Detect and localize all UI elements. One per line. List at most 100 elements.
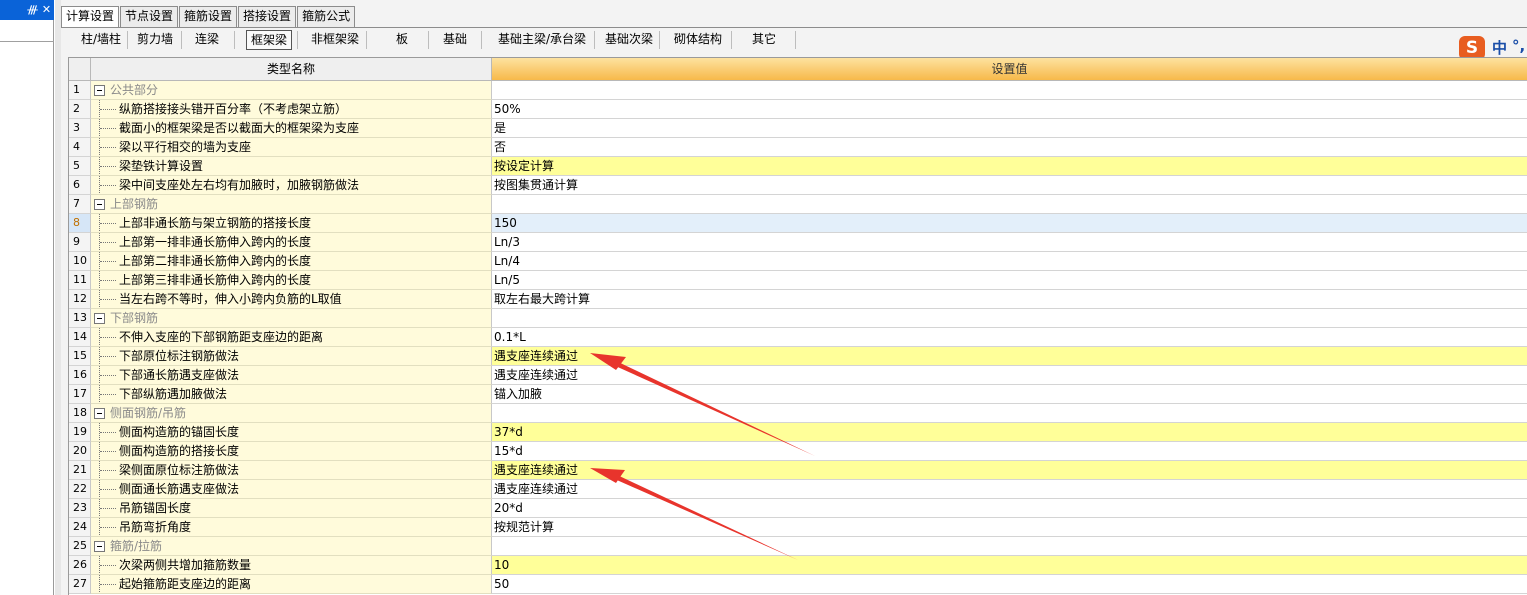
row-number[interactable]: 20 — [69, 442, 91, 461]
setting-value-cell[interactable]: 否 — [492, 138, 1527, 157]
table-row[interactable]: 3 截面小的框架梁是否以截面大的框架梁为支座 是 — [69, 119, 1527, 138]
row-number[interactable]: 23 — [69, 499, 91, 518]
row-number[interactable]: 22 — [69, 480, 91, 499]
setting-name-cell[interactable]: 侧面通长筋遇支座做法 — [91, 480, 492, 499]
pin-icon[interactable]: ᚍ — [26, 2, 39, 17]
setting-value-cell[interactable] — [492, 537, 1527, 556]
tab-4[interactable]: 箍筋公式 — [297, 6, 356, 27]
setting-name-cell[interactable]: 上部非通长筋与架立钢筋的搭接长度 — [91, 214, 492, 233]
table-row[interactable]: 25 箍筋/拉筋 — [69, 537, 1527, 556]
header-type-name[interactable]: 类型名称 — [91, 58, 492, 81]
setting-value-cell[interactable]: 遇支座连续通过 — [492, 480, 1527, 499]
setting-value-cell[interactable]: 按设定计算 — [492, 157, 1527, 176]
table-row[interactable]: 17 下部纵筋遇加腋做法 锚入加腋 — [69, 385, 1527, 404]
collapse-icon[interactable] — [94, 85, 105, 96]
row-number[interactable]: 16 — [69, 366, 91, 385]
table-row[interactable]: 19 侧面构造筋的锚固长度 37*d — [69, 423, 1527, 442]
table-row[interactable]: 23 吊筋锚固长度 20*d — [69, 499, 1527, 518]
setting-value-cell[interactable]: 50% — [492, 100, 1527, 119]
row-number[interactable]: 24 — [69, 518, 91, 537]
setting-name-cell[interactable]: 下部通长筋遇支座做法 — [91, 366, 492, 385]
setting-value-cell[interactable]: 按图集贯通计算 — [492, 176, 1527, 195]
setting-value-cell[interactable]: Ln/5 — [492, 271, 1527, 290]
setting-name-cell[interactable]: 当左右跨不等时，伸入小跨内负筋的L取值 — [91, 290, 492, 309]
setting-name-cell[interactable]: 梁侧面原位标注筋做法 — [91, 461, 492, 480]
row-number[interactable]: 25 — [69, 537, 91, 556]
table-row[interactable]: 18 侧面钢筋/吊筋 — [69, 404, 1527, 423]
row-number[interactable]: 9 — [69, 233, 91, 252]
setting-name-cell[interactable]: 起始箍筋距支座边的距离 — [91, 575, 492, 594]
setting-name-cell[interactable]: 侧面构造筋的搭接长度 — [91, 442, 492, 461]
category-cell[interactable]: 下部钢筋 — [91, 309, 492, 328]
row-number[interactable]: 13 — [69, 309, 91, 328]
table-row[interactable]: 14 不伸入支座的下部钢筋距支座边的距离 0.1*L — [69, 328, 1527, 347]
table-row[interactable]: 16 下部通长筋遇支座做法 遇支座连续通过 — [69, 366, 1527, 385]
collapse-icon[interactable] — [94, 199, 105, 210]
setting-name-cell[interactable]: 截面小的框架梁是否以截面大的框架梁为支座 — [91, 119, 492, 138]
table-row[interactable]: 12 当左右跨不等时，伸入小跨内负筋的L取值 取左右最大跨计算 — [69, 290, 1527, 309]
setting-value-cell[interactable]: 锚入加腋 — [492, 385, 1527, 404]
table-row[interactable]: 6 梁中间支座处左右均有加腋时，加腋钢筋做法 按图集贯通计算 — [69, 176, 1527, 195]
table-row[interactable]: 9 上部第一排非通长筋伸入跨内的长度 Ln/3 — [69, 233, 1527, 252]
row-number[interactable]: 21 — [69, 461, 91, 480]
setting-value-cell[interactable] — [492, 81, 1527, 100]
setting-value-cell[interactable]: 0.1*L — [492, 328, 1527, 347]
component-tab-7[interactable]: 基础主梁/承台梁 — [488, 30, 596, 50]
header-setting-value[interactable]: 设置值 — [492, 58, 1527, 81]
category-cell[interactable]: 上部钢筋 — [91, 195, 492, 214]
row-number[interactable]: 12 — [69, 290, 91, 309]
component-tab-9[interactable]: 砌体结构 — [666, 30, 730, 50]
setting-name-cell[interactable]: 上部第二排非通长筋伸入跨内的长度 — [91, 252, 492, 271]
setting-value-cell[interactable]: 按规范计算 — [492, 518, 1527, 537]
setting-value-cell[interactable] — [492, 404, 1527, 423]
component-tab-3[interactable]: 框架梁 — [246, 30, 292, 50]
category-cell[interactable]: 箍筋/拉筋 — [91, 537, 492, 556]
setting-value-cell[interactable]: 10 — [492, 556, 1527, 575]
setting-value-cell[interactable]: 遇支座连续通过 — [492, 461, 1527, 480]
row-number[interactable]: 8 — [69, 214, 91, 233]
component-tab-1[interactable]: 剪力墙 — [131, 30, 179, 50]
setting-name-cell[interactable]: 吊筋弯折角度 — [91, 518, 492, 537]
setting-name-cell[interactable]: 梁垫铁计算设置 — [91, 157, 492, 176]
table-row[interactable]: 26 次梁两侧共增加箍筋数量 10 — [69, 556, 1527, 575]
setting-name-cell[interactable]: 不伸入支座的下部钢筋距支座边的距离 — [91, 328, 492, 347]
setting-value-cell[interactable]: Ln/4 — [492, 252, 1527, 271]
setting-name-cell[interactable]: 上部第一排非通长筋伸入跨内的长度 — [91, 233, 492, 252]
table-row[interactable]: 15 下部原位标注钢筋做法 遇支座连续通过 — [69, 347, 1527, 366]
tab-1[interactable]: 节点设置 — [120, 6, 179, 27]
row-number[interactable]: 1 — [69, 81, 91, 100]
setting-name-cell[interactable]: 下部纵筋遇加腋做法 — [91, 385, 492, 404]
setting-value-cell[interactable]: 150 — [492, 214, 1527, 233]
ime-language-toggle[interactable]: 中 — [1492, 38, 1507, 58]
table-row[interactable]: 22 侧面通长筋遇支座做法 遇支座连续通过 — [69, 480, 1527, 499]
setting-value-cell[interactable]: 遇支座连续通过 — [492, 347, 1527, 366]
collapse-icon[interactable] — [94, 541, 105, 552]
tab-0[interactable]: 计算设置 — [61, 6, 120, 28]
row-number[interactable]: 3 — [69, 119, 91, 138]
table-row[interactable]: 1 公共部分 — [69, 81, 1527, 100]
setting-name-cell[interactable]: 下部原位标注钢筋做法 — [91, 347, 492, 366]
setting-value-cell[interactable]: Ln/3 — [492, 233, 1527, 252]
setting-name-cell[interactable]: 梁以平行相交的墙为支座 — [91, 138, 492, 157]
row-number[interactable]: 2 — [69, 100, 91, 119]
table-row[interactable]: 5 梁垫铁计算设置 按设定计算 — [69, 157, 1527, 176]
row-number[interactable]: 17 — [69, 385, 91, 404]
table-row[interactable]: 13 下部钢筋 — [69, 309, 1527, 328]
table-row[interactable]: 24 吊筋弯折角度 按规范计算 — [69, 518, 1527, 537]
row-number[interactable]: 18 — [69, 404, 91, 423]
component-tab-5[interactable]: 板 — [381, 30, 423, 50]
category-cell[interactable]: 公共部分 — [91, 81, 492, 100]
setting-value-cell[interactable]: 15*d — [492, 442, 1527, 461]
setting-value-cell[interactable]: 取左右最大跨计算 — [492, 290, 1527, 309]
row-number[interactable]: 15 — [69, 347, 91, 366]
table-row[interactable]: 2 纵筋搭接接头错开百分率（不考虑架立筋） 50% — [69, 100, 1527, 119]
component-tab-0[interactable]: 柱/墙柱 — [69, 30, 133, 50]
collapse-icon[interactable] — [94, 313, 105, 324]
row-number[interactable]: 14 — [69, 328, 91, 347]
table-row[interactable]: 4 梁以平行相交的墙为支座 否 — [69, 138, 1527, 157]
setting-value-cell[interactable]: 50 — [492, 575, 1527, 594]
row-number[interactable]: 26 — [69, 556, 91, 575]
tab-3[interactable]: 搭接设置 — [238, 6, 297, 27]
component-tab-10[interactable]: 其它 — [741, 30, 787, 50]
component-tab-6[interactable]: 基础 — [434, 30, 476, 50]
